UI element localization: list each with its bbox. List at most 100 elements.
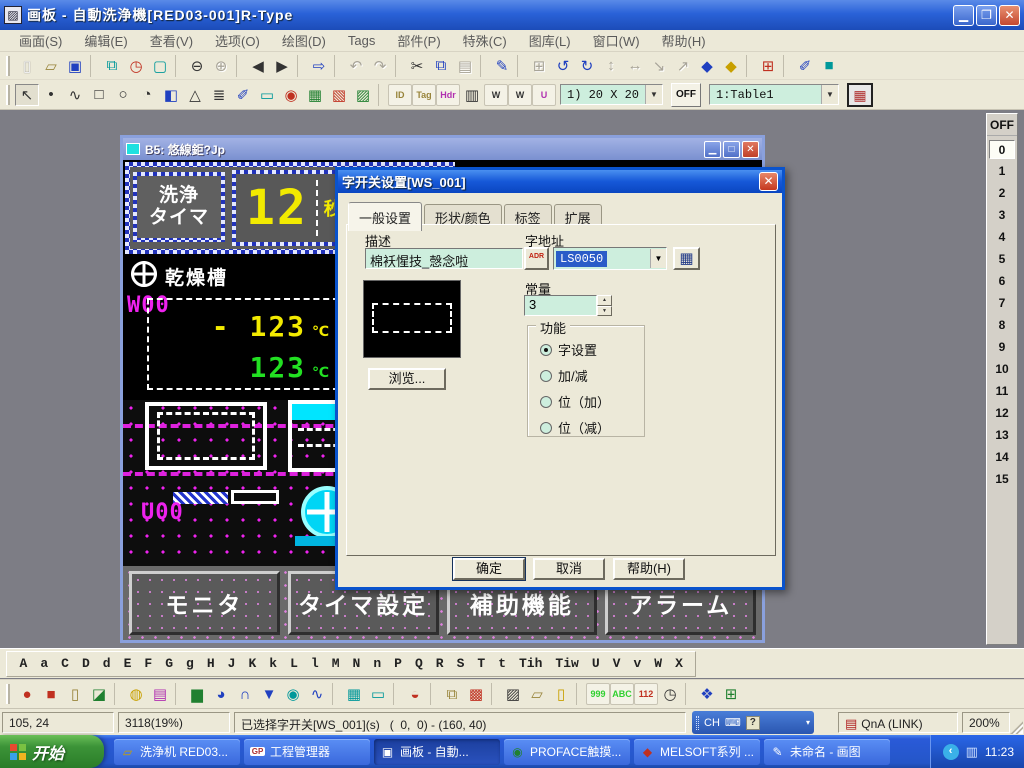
tank-icon[interactable]: ▼: [257, 683, 281, 705]
temp-group[interactable]: 乾燥槽 - 123 ℃ 123 ℃: [147, 263, 339, 390]
separator[interactable]: [334, 55, 341, 77]
separator[interactable]: [480, 55, 487, 77]
tag-letter-button[interactable]: d: [96, 656, 117, 671]
tag-letter-button[interactable]: N: [346, 656, 367, 671]
menu-item[interactable]: 绘图(D): [273, 29, 335, 52]
separator[interactable]: [393, 683, 400, 705]
menu-item[interactable]: 帮助(H): [653, 29, 715, 52]
menu-item[interactable]: 部件(P): [388, 29, 449, 52]
keypad-icon[interactable]: ▦: [342, 683, 366, 705]
function-radio[interactable]: 位（加）: [540, 392, 644, 411]
tag-letter-button[interactable]: R: [429, 656, 450, 671]
gauge-icon[interactable]: ◉: [281, 683, 305, 705]
file-list-icon[interactable]: ⧉: [440, 683, 464, 705]
task-proface[interactable]: ◉ PROFACE触摸...: [504, 739, 630, 765]
state-button[interactable]: 15: [989, 470, 1015, 489]
eraser-icon[interactable]: ✎: [490, 55, 514, 77]
menu-item[interactable]: 窗口(W): [584, 29, 649, 52]
task-project-manager[interactable]: GP 工程管理器: [244, 739, 370, 765]
start-button[interactable]: 开始: [0, 735, 104, 768]
state-button[interactable]: 2: [989, 184, 1015, 203]
load-screen-icon[interactable]: ◉: [279, 84, 303, 106]
state-button[interactable]: 6: [989, 272, 1015, 291]
zoom-in-icon[interactable]: ⊕: [209, 55, 233, 77]
separator[interactable]: [236, 55, 243, 77]
trend-icon[interactable]: ∿: [305, 683, 329, 705]
separator[interactable]: [297, 55, 304, 77]
tag-letter-button[interactable]: F: [138, 656, 159, 671]
help-button[interactable]: 帮助(H): [613, 558, 685, 580]
help-icon[interactable]: ?: [746, 716, 760, 730]
separator[interactable]: [430, 683, 437, 705]
scale-tool-icon[interactable]: ≣: [207, 84, 231, 106]
browse-button[interactable]: 浏览...: [368, 368, 446, 390]
send-back-icon[interactable]: ◆: [719, 55, 743, 77]
dryer-tank[interactable]: [145, 402, 267, 470]
rotate-ccw-icon[interactable]: ↺: [551, 55, 575, 77]
keyboard-icon[interactable]: ⌨: [725, 716, 741, 729]
tag-letter-button[interactable]: n: [367, 656, 388, 671]
tag-letter-button[interactable]: T: [471, 656, 492, 671]
separator[interactable]: [491, 683, 498, 705]
function-radio[interactable]: 字设置: [540, 340, 644, 359]
fill-tool-icon[interactable]: ◧: [159, 84, 183, 106]
tag-letter-button[interactable]: l: [304, 656, 325, 671]
state-off-label[interactable]: OFF: [987, 118, 1017, 136]
tag-letter-button[interactable]: Q: [408, 656, 429, 671]
grid-size-combo[interactable]: 1) 20 X 20 ▼: [560, 84, 663, 105]
separator[interactable]: [332, 683, 339, 705]
tag-toggle[interactable]: Tag: [412, 84, 436, 106]
hdr-toggle[interactable]: Hdr: [436, 84, 460, 106]
function-radio[interactable]: 位（减）: [540, 418, 644, 437]
separator[interactable]: [685, 683, 692, 705]
close-button[interactable]: ✕: [742, 141, 759, 158]
separator[interactable]: [746, 55, 753, 77]
state-button[interactable]: 5: [989, 250, 1015, 269]
clock-display-icon[interactable]: ◷: [658, 683, 682, 705]
tag-letter-button[interactable]: V: [606, 656, 627, 671]
select-tool-icon[interactable]: ↖: [15, 84, 39, 106]
duplicate-icon[interactable]: ⊞: [527, 55, 551, 77]
date-display-icon[interactable]: 112: [634, 683, 658, 705]
separator[interactable]: [90, 55, 97, 77]
tag-letter-button[interactable]: t: [492, 656, 513, 671]
dialog-tab[interactable]: 一般设置: [348, 202, 422, 231]
bring-front-icon[interactable]: ◆: [695, 55, 719, 77]
off-state-toggle[interactable]: OFF: [671, 83, 701, 107]
w1-toggle[interactable]: W: [484, 84, 508, 106]
chevron-down-icon[interactable]: ▼: [821, 85, 838, 104]
exit-icon[interactable]: ⇨: [307, 55, 331, 77]
tag-letter-button[interactable]: K: [242, 656, 263, 671]
separator[interactable]: [378, 84, 385, 106]
paste-icon[interactable]: ▤: [453, 55, 477, 77]
image-icon[interactable]: ▦: [303, 84, 327, 106]
language-bar-grip[interactable]: [696, 716, 699, 730]
square-button-icon[interactable]: ■: [39, 683, 63, 705]
resize-grip[interactable]: [1010, 721, 1023, 734]
zoom-out-icon[interactable]: ⊖: [185, 55, 209, 77]
state-button[interactable]: 3: [989, 206, 1015, 225]
state-button[interactable]: 14: [989, 448, 1015, 467]
tower-switch-icon[interactable]: ▯: [63, 683, 87, 705]
multi-lamp-icon[interactable]: ▤: [148, 683, 172, 705]
tag-letter-button[interactable]: v: [627, 656, 648, 671]
network-icon[interactable]: ▥: [966, 744, 978, 760]
shrink-icon[interactable]: ↘: [647, 55, 671, 77]
tag-letter-button[interactable]: S: [450, 656, 471, 671]
expand-icon[interactable]: ↗: [671, 55, 695, 77]
document-icon[interactable]: ▱: [525, 683, 549, 705]
screen-preview-icon[interactable]: ▢: [148, 55, 172, 77]
task-folder[interactable]: ▱ 洗浄机 RED03...: [114, 739, 240, 765]
address-icon[interactable]: ADR: [524, 247, 549, 270]
separator[interactable]: [175, 55, 182, 77]
language-indicator[interactable]: CH: [704, 717, 720, 729]
menu-item[interactable]: 编辑(E): [75, 29, 136, 52]
table-combo[interactable]: 1:Table1 ▼: [709, 84, 839, 105]
word-address-combo[interactable]: LS0050 ▼: [553, 247, 667, 270]
menu-item[interactable]: 画面(S): [10, 29, 71, 52]
tag-letter-button[interactable]: L: [284, 656, 305, 671]
new-icon[interactable]: ▯: [15, 55, 39, 77]
separator[interactable]: [517, 55, 524, 77]
state-button[interactable]: 10: [989, 360, 1015, 379]
meter-icon[interactable]: ∩: [233, 683, 257, 705]
